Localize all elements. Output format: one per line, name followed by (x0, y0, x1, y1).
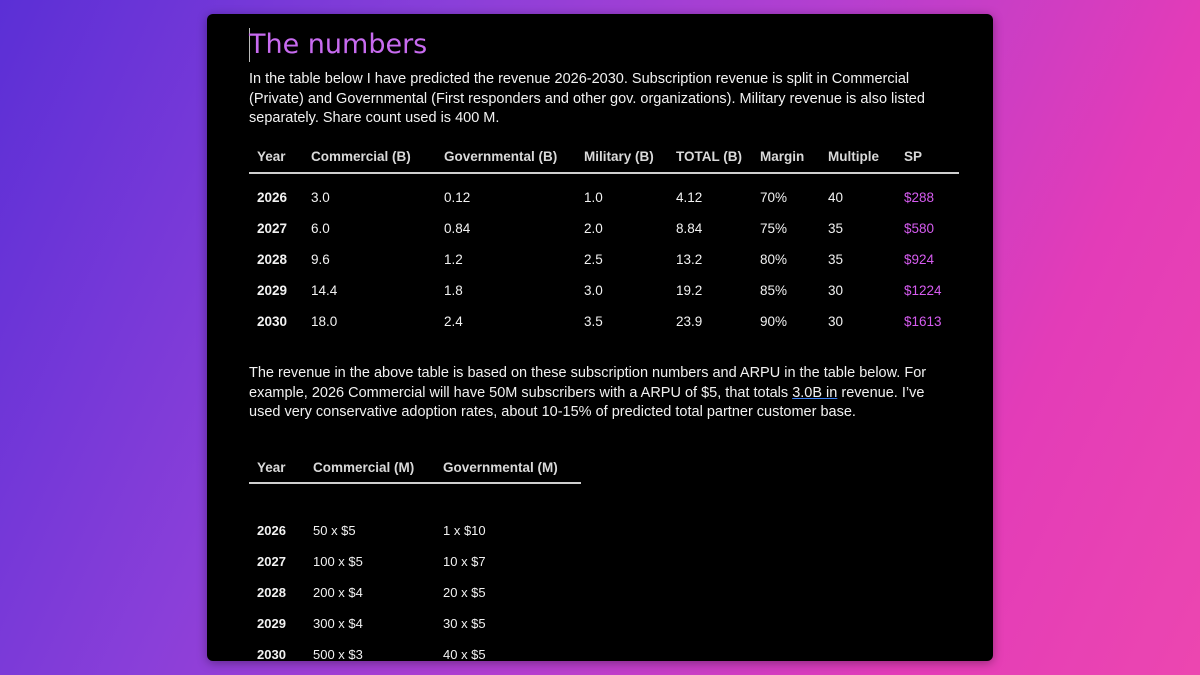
cell-commercial: 6.0 (311, 221, 330, 236)
table-row: 2028 200 x $4 20 x $5 (249, 577, 581, 608)
cell-military: 2.5 (584, 252, 603, 267)
cell-sp: $1224 (904, 283, 942, 298)
cell-total: 13.2 (676, 252, 703, 267)
cell-governmental: 10 x $7 (443, 554, 486, 569)
cell-governmental: 30 x $5 (443, 616, 486, 631)
cell-military: 3.5 (584, 314, 603, 329)
table-row: 2027 6.0 0.84 2.0 8.84 75% 35 $580 (249, 213, 959, 244)
cell-year: 2028 (257, 585, 286, 600)
cell-military: 2.0 (584, 221, 603, 236)
cell-total: 8.84 (676, 221, 703, 236)
cell-commercial: 18.0 (311, 314, 338, 329)
cell-governmental: 1 x $10 (443, 523, 486, 538)
cell-multiple: 35 (828, 221, 844, 236)
cell-multiple: 40 (828, 190, 844, 205)
cell-commercial: 50 x $5 (313, 523, 356, 538)
cell-margin: 75% (760, 221, 788, 236)
table-row: 2026 50 x $5 1 x $10 (249, 515, 581, 546)
cell-total: 19.2 (676, 283, 703, 298)
cell-commercial: 500 x $3 (313, 647, 363, 661)
cell-year: 2030 (257, 647, 286, 661)
cell-multiple: 30 (828, 283, 844, 298)
header-governmental: Governmental (M) (435, 452, 581, 484)
table-row: 2030 18.0 2.4 3.5 23.9 90% 30 $1613 (249, 306, 959, 337)
cell-commercial: 200 x $4 (313, 585, 363, 600)
subscription-table: Year Commercial (M) Governmental (M) 202… (249, 452, 581, 661)
cell-governmental: 0.12 (444, 190, 471, 205)
cell-governmental: 1.8 (444, 283, 463, 298)
table-header-row: Year Commercial (B) Governmental (B) Mil… (249, 140, 959, 174)
cell-total: 4.12 (676, 190, 703, 205)
explanation-paragraph: The revenue in the above table is based … (249, 364, 949, 423)
cell-military: 3.0 (584, 283, 603, 298)
header-commercial: Commercial (B) (303, 140, 436, 174)
table-row: 2028 9.6 1.2 2.5 13.2 80% 35 $924 (249, 244, 959, 275)
header-commercial: Commercial (M) (305, 452, 435, 484)
header-total: TOTAL (B) (668, 140, 752, 174)
cell-commercial: 300 x $4 (313, 616, 363, 631)
header-multiple: Multiple (820, 140, 896, 174)
cell-governmental: 2.4 (444, 314, 463, 329)
cell-margin: 80% (760, 252, 788, 267)
cell-governmental: 1.2 (444, 252, 463, 267)
cell-margin: 70% (760, 190, 788, 205)
cell-year: 2029 (257, 283, 288, 298)
header-year: Year (249, 452, 305, 484)
cell-governmental: 0.84 (444, 221, 471, 236)
cell-multiple: 30 (828, 314, 844, 329)
cell-commercial: 14.4 (311, 283, 338, 298)
cell-governmental: 40 x $5 (443, 647, 486, 661)
table-row: 2026 3.0 0.12 1.0 4.12 70% 40 $288 (249, 182, 959, 213)
cell-sp: $580 (904, 221, 935, 236)
cell-year: 2026 (257, 523, 286, 538)
table-row: 2027 100 x $5 10 x $7 (249, 546, 581, 577)
cell-margin: 85% (760, 283, 788, 298)
cell-commercial: 9.6 (311, 252, 330, 267)
cell-commercial: 3.0 (311, 190, 330, 205)
cell-sp: $924 (904, 252, 935, 267)
page-title: The numbers (249, 29, 428, 60)
revenue-table: Year Commercial (B) Governmental (B) Mil… (249, 140, 959, 337)
table-header-row: Year Commercial (M) Governmental (M) (249, 452, 581, 484)
header-margin: Margin (752, 140, 820, 174)
header-military: Military (B) (576, 140, 668, 174)
cell-sp: $288 (904, 190, 935, 205)
table-row: 2029 14.4 1.8 3.0 19.2 85% 30 $1224 (249, 275, 959, 306)
cell-year: 2027 (257, 554, 286, 569)
header-governmental: Governmental (B) (436, 140, 576, 174)
table-row: 2030 500 x $3 40 x $5 (249, 639, 581, 661)
cell-sp: $1613 (904, 314, 942, 329)
cell-military: 1.0 (584, 190, 603, 205)
cell-year: 2028 (257, 252, 288, 267)
underlined-text: 3.0B in (792, 384, 838, 401)
header-year: Year (249, 140, 303, 174)
cell-year: 2027 (257, 221, 288, 236)
cell-year: 2026 (257, 190, 288, 205)
document-panel: The numbers In the table below I have pr… (207, 14, 993, 661)
header-sp: SP (896, 140, 959, 174)
cell-commercial: 100 x $5 (313, 554, 363, 569)
table-row: 2029 300 x $4 30 x $5 (249, 608, 581, 639)
cell-year: 2029 (257, 616, 286, 631)
cell-year: 2030 (257, 314, 288, 329)
intro-paragraph: In the table below I have predicted the … (249, 71, 925, 126)
cell-governmental: 20 x $5 (443, 585, 486, 600)
cell-multiple: 35 (828, 252, 844, 267)
cell-total: 23.9 (676, 314, 703, 329)
cell-margin: 90% (760, 314, 788, 329)
